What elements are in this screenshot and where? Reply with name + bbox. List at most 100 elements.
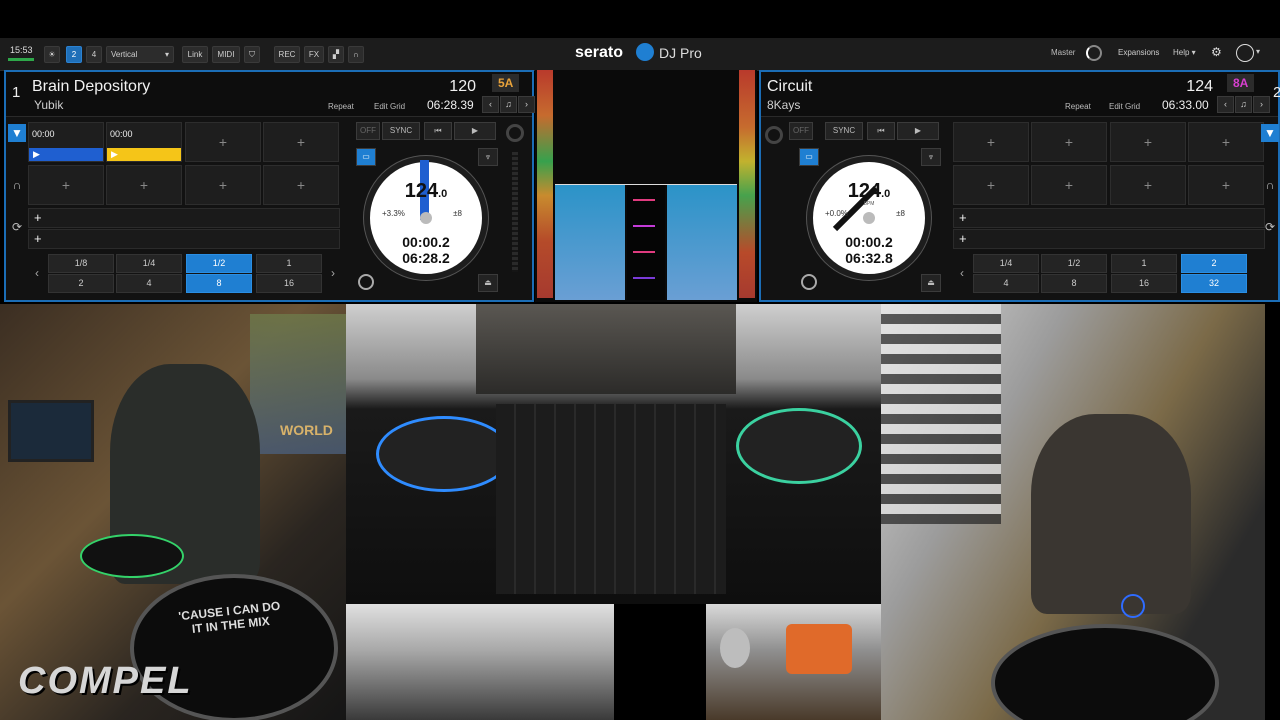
headphones-icon[interactable]: ∩ xyxy=(1261,176,1279,194)
chevron-left-icon[interactable]: ‹ xyxy=(1217,96,1234,113)
hot-cue-empty[interactable]: + xyxy=(953,122,1029,162)
hot-cue-1[interactable]: 00:00 ▶ xyxy=(28,122,104,162)
hot-cue-empty[interactable]: + xyxy=(263,122,339,162)
hot-cue-empty[interactable]: + xyxy=(1188,122,1264,162)
saved-loop-row[interactable]: + xyxy=(28,229,340,249)
edit-grid-button[interactable]: Edit Grid xyxy=(374,102,405,111)
layout-select[interactable]: Vertical ▾ xyxy=(106,46,174,63)
hot-cue-empty[interactable]: + xyxy=(953,165,1029,205)
loop-mode-icon[interactable]: ⟳ xyxy=(1261,218,1279,236)
beatmatch-display xyxy=(627,185,665,300)
track-duration: 06:33.00 xyxy=(1162,98,1209,112)
sync-off-button[interactable]: OFF xyxy=(356,122,380,140)
beat-jump-top[interactable]: 1/4 xyxy=(973,254,1039,273)
hot-cue-empty[interactable]: + xyxy=(28,165,104,205)
hot-cue-2-color: ▶ xyxy=(107,148,181,161)
music-note-icon[interactable]: ♫ xyxy=(500,96,517,113)
chevron-right-icon[interactable]: › xyxy=(326,254,340,292)
hot-cue-empty[interactable]: + xyxy=(263,165,339,205)
loop-length[interactable]: 16 xyxy=(1111,274,1177,293)
rec-button[interactable]: REC xyxy=(274,46,300,63)
master-volume-knob[interactable] xyxy=(1086,45,1102,61)
saved-loop-row[interactable]: + xyxy=(953,229,1265,249)
loop-mode-icon[interactable]: ⟳ xyxy=(8,218,26,236)
user-account-icon[interactable] xyxy=(1236,44,1254,62)
beat-jump-top[interactable]: 2 xyxy=(1181,254,1247,273)
loop-length[interactable]: 2 xyxy=(48,274,114,293)
play-icon[interactable]: ▶ xyxy=(454,122,496,140)
virtual-platter[interactable]: 124.0 BPM +0.0% ±8 00:00.2 06:32.8 xyxy=(807,156,931,280)
headphones-icon[interactable]: ∩ xyxy=(8,176,26,194)
loop-length[interactable]: 4 xyxy=(973,274,1039,293)
eject-icon[interactable]: ⏏ xyxy=(478,274,498,292)
hot-cue-empty[interactable]: + xyxy=(106,165,182,205)
chevron-right-icon[interactable]: › xyxy=(1253,96,1270,113)
cue-mode-icon[interactable]: ▼ xyxy=(8,124,26,142)
hot-cue-empty[interactable]: + xyxy=(185,165,261,205)
sampler-icon[interactable]: ▞ xyxy=(328,46,344,63)
repeat-button[interactable]: Repeat xyxy=(1065,102,1091,111)
link-button[interactable]: Link xyxy=(182,46,208,63)
hot-cue-empty[interactable]: + xyxy=(1031,165,1107,205)
hot-cue-empty[interactable]: + xyxy=(1031,122,1107,162)
loop-length[interactable]: 32 xyxy=(1181,274,1247,293)
repeat-button[interactable]: Repeat xyxy=(328,102,354,111)
chevron-right-icon[interactable]: › xyxy=(518,96,535,113)
loop-length[interactable]: 8 xyxy=(1041,274,1107,293)
hot-cue-empty[interactable]: + xyxy=(1110,165,1186,205)
sync-button[interactable]: SYNC xyxy=(825,122,863,140)
censor-icon[interactable] xyxy=(801,274,817,290)
jog-wheel-right xyxy=(736,408,862,484)
cue-mode-icon[interactable]: ▼ xyxy=(1261,124,1279,142)
loop-length[interactable]: 16 xyxy=(256,274,322,293)
slip-icon[interactable]: ⩔ xyxy=(921,148,941,166)
loop-length[interactable]: 4 xyxy=(116,274,182,293)
four-deck-button[interactable]: 4 xyxy=(86,46,102,63)
hot-cue-empty[interactable]: + xyxy=(1188,165,1264,205)
beat-jump-top[interactable]: 1/4 xyxy=(116,254,182,273)
chevron-left-icon[interactable]: ‹ xyxy=(955,254,969,292)
sync-off-button[interactable]: OFF xyxy=(789,122,813,140)
music-note-icon[interactable]: ♫ xyxy=(1235,96,1252,113)
beat-marker xyxy=(633,199,655,201)
beat-jump-top[interactable]: 1 xyxy=(256,254,322,273)
chevron-left-icon[interactable]: ‹ xyxy=(30,254,44,292)
chevron-down-icon[interactable]: ▾ xyxy=(1256,47,1260,56)
two-deck-button[interactable]: 2 xyxy=(66,46,82,63)
deck-1: 1 Brain Depository Yubik 120 5A Repeat E… xyxy=(4,70,535,302)
cue-icon[interactable]: ⏮ xyxy=(867,122,895,140)
saved-loop-row[interactable]: + xyxy=(953,208,1265,228)
expansions-menu[interactable]: Expansions xyxy=(1118,48,1159,57)
midi-button[interactable]: MIDI xyxy=(212,46,240,63)
headphones-icon[interactable]: ∩ xyxy=(348,46,364,63)
cue-icon[interactable]: ⏮ xyxy=(424,122,452,140)
censor-icon[interactable] xyxy=(358,274,374,290)
chevron-left-icon[interactable]: ‹ xyxy=(482,96,499,113)
loop-length[interactable]: 8 xyxy=(186,274,252,293)
key-lock-icon[interactable]: ▭ xyxy=(356,148,376,166)
gain-knob[interactable] xyxy=(506,124,524,142)
clock: 15:53 xyxy=(10,45,33,55)
gear-icon[interactable]: ⚙ xyxy=(1211,45,1222,59)
hot-cue-empty[interactable]: + xyxy=(1110,122,1186,162)
shield-icon[interactable]: ⛉ xyxy=(244,46,260,63)
hot-cue-empty[interactable]: + xyxy=(185,122,261,162)
virtual-platter[interactable]: 124.0 +3.3% ±8 00:00.2 06:28.2 xyxy=(364,156,488,280)
sync-button[interactable]: SYNC xyxy=(382,122,420,140)
help-menu[interactable]: Help ▾ xyxy=(1173,48,1196,57)
saved-loop-row[interactable]: + xyxy=(28,208,340,228)
gain-knob[interactable] xyxy=(765,126,783,144)
eject-icon[interactable]: ⏏ xyxy=(921,274,941,292)
hot-cue-1-time: 00:00 xyxy=(32,129,55,139)
key-lock-icon[interactable]: ▭ xyxy=(799,148,819,166)
beat-jump-top[interactable]: 1 xyxy=(1111,254,1177,273)
play-icon[interactable]: ▶ xyxy=(897,122,939,140)
fx-button[interactable]: FX xyxy=(304,46,324,63)
slip-icon[interactable]: ⩔ xyxy=(478,148,498,166)
beat-jump-top[interactable]: 1/2 xyxy=(1041,254,1107,273)
hot-cue-2[interactable]: 00:00 ▶ xyxy=(106,122,182,162)
beat-jump-top[interactable]: 1/8 xyxy=(48,254,114,273)
brightness-icon[interactable]: ☀ xyxy=(44,46,60,63)
edit-grid-button[interactable]: Edit Grid xyxy=(1109,102,1140,111)
beat-jump-top[interactable]: 1/2 xyxy=(186,254,252,273)
